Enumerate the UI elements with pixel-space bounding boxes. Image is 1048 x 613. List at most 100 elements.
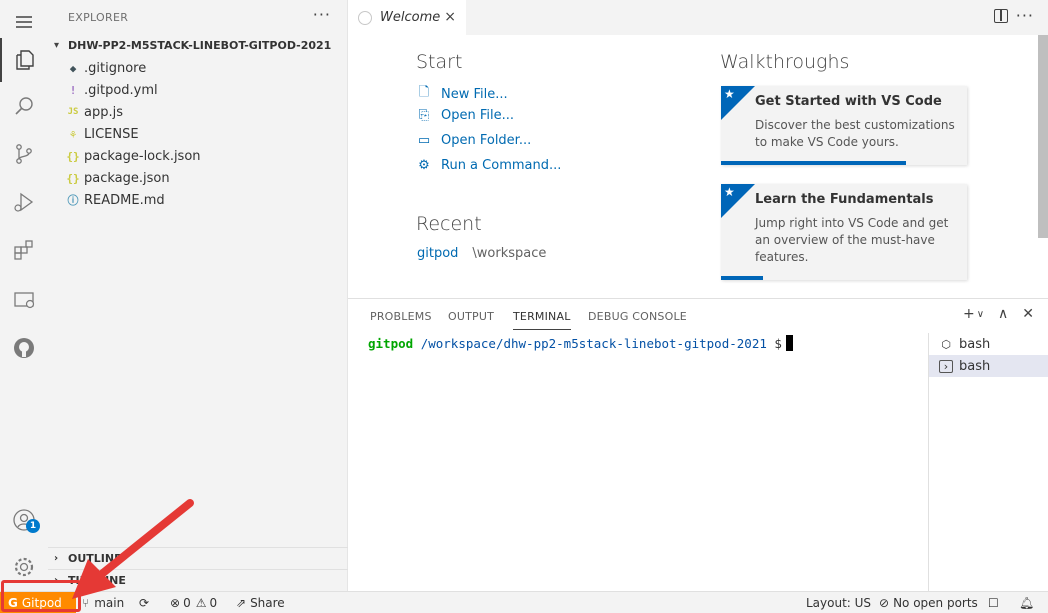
- chevron-right-icon: ›: [54, 553, 59, 564]
- file-label: .gitignore: [84, 60, 147, 76]
- run-debug-icon[interactable]: [0, 180, 48, 224]
- editor-more-actions-icon[interactable]: ···: [1016, 6, 1034, 25]
- accounts-badge: 1: [26, 519, 40, 533]
- warning-count: 0: [209, 596, 218, 610]
- problems-status[interactable]: ⊗ 0 ⚠ 0: [170, 592, 217, 613]
- file-item[interactable]: JS app.js: [48, 101, 348, 123]
- file-item[interactable]: {} package-lock.json: [48, 145, 348, 167]
- file-item[interactable]: {} package.json: [48, 167, 348, 189]
- welcome-tab-icon: [358, 10, 372, 25]
- tab-problems[interactable]: PROBLEMS: [370, 310, 432, 323]
- walkthroughs-heading: Walkthroughs: [720, 51, 850, 73]
- share-status[interactable]: ⇗ Share: [236, 592, 285, 613]
- workspace-folder-label: DHW-PP2-M5STACK-LINEBOT-GITPOD-2021: [68, 39, 332, 52]
- recent-link[interactable]: gitpod: [417, 246, 458, 261]
- ports-status[interactable]: ⊘ No open ports: [879, 592, 978, 613]
- run-command-icon: ⚙: [418, 158, 430, 173]
- gitpod-task-icon: ⬡: [941, 337, 951, 351]
- tab-terminal[interactable]: TERMINAL: [513, 310, 571, 330]
- outline-label: OUTLINE: [68, 552, 122, 565]
- recent-heading: Recent: [416, 213, 482, 235]
- explorer-header: EXPLORER: [68, 11, 129, 24]
- javascript-file-icon: JS: [67, 107, 79, 117]
- close-icon[interactable]: ✕: [1022, 306, 1034, 322]
- sync-icon[interactable]: ⟳: [139, 592, 149, 613]
- start-heading: Start: [416, 51, 463, 73]
- warning-icon: ⚠: [195, 596, 207, 610]
- activity-bar: 1: [0, 0, 48, 591]
- maximize-panel-icon[interactable]: ∧: [998, 306, 1008, 322]
- no-ports-icon: ⊘: [879, 596, 890, 610]
- chevron-down-icon[interactable]: ∨: [977, 309, 984, 322]
- split-editor-icon[interactable]: [994, 9, 1008, 23]
- new-file-link[interactable]: 🗋 New File...: [416, 83, 508, 105]
- editor-tab-bar: Welcome × ···: [348, 0, 1048, 35]
- tab-debug-console[interactable]: DEBUG CONSOLE: [588, 310, 687, 323]
- terminal-output[interactable]: gitpod /workspace/dhw-pp2-m5stack-linebo…: [368, 335, 793, 351]
- terminal-item[interactable]: › bash: [929, 355, 1048, 377]
- prompt-symbol: $: [774, 336, 782, 351]
- new-file-label: New File...: [441, 86, 508, 102]
- bottom-panel: PROBLEMS OUTPUT TERMINAL DEBUG CONSOLE +…: [348, 298, 1048, 592]
- workspace-folder[interactable]: ▾ DHW-PP2-M5STACK-LINEBOT-GITPOD-2021: [54, 39, 331, 52]
- card-title: Get Started with VS Code: [755, 94, 942, 109]
- close-icon[interactable]: ×: [444, 9, 456, 25]
- info-file-icon: ⓘ: [67, 194, 79, 207]
- json-file-icon: {}: [66, 171, 80, 185]
- files-icon[interactable]: [0, 38, 48, 82]
- panel-actions: + ∨ ∧ ✕: [963, 306, 1034, 322]
- file-item[interactable]: ◆ .gitignore: [48, 57, 348, 79]
- keyboard-layout-status[interactable]: Layout: US: [806, 592, 871, 613]
- remote-explorer-icon[interactable]: [0, 278, 48, 322]
- file-item[interactable]: ! .gitpod.yml: [48, 79, 348, 101]
- file-tree: ◆ .gitignore ! .gitpod.yml JS app.js ⚘ LICEN…: [48, 57, 348, 211]
- file-item[interactable]: ⓘ README.md: [48, 189, 348, 211]
- walkthrough-card-fundamentals[interactable]: ★ Learn the Fundamentals Jump right into…: [721, 184, 967, 280]
- search-icon[interactable]: [0, 84, 48, 128]
- ports-label: No open ports: [893, 596, 978, 610]
- timeline-section[interactable]: › TIMELINE: [48, 569, 348, 591]
- open-file-link[interactable]: ⎘ Open File...: [416, 108, 514, 123]
- recent-path: \workspace: [472, 246, 547, 261]
- open-folder-link[interactable]: ▭ Open Folder...: [416, 133, 531, 148]
- terminal-label: bash: [959, 358, 991, 374]
- branch-status[interactable]: ⑂ main: [82, 592, 124, 613]
- prompt-path: /workspace/dhw-pp2-m5stack-linebot-gitpo…: [420, 336, 767, 351]
- github-icon[interactable]: [0, 326, 48, 370]
- terminal-item[interactable]: ⬡ bash: [929, 333, 1048, 355]
- source-control-icon[interactable]: [0, 132, 48, 176]
- tab-welcome[interactable]: Welcome ×: [348, 0, 466, 35]
- new-terminal-icon[interactable]: +: [963, 306, 975, 322]
- file-item[interactable]: ⚘ LICENSE: [48, 123, 348, 145]
- terminal-icon: ›: [939, 359, 953, 373]
- yaml-file-icon: !: [69, 83, 77, 97]
- open-folder-icon: ▭: [417, 133, 431, 148]
- error-icon: ⊗: [170, 596, 181, 610]
- open-folder-label: Open Folder...: [441, 133, 532, 148]
- tab-output[interactable]: OUTPUT: [448, 310, 494, 323]
- scrollbar-thumb[interactable]: [1038, 35, 1048, 238]
- license-file-icon: ⚘: [69, 127, 77, 141]
- outline-section[interactable]: › OUTLINE: [48, 547, 348, 569]
- star-icon: ★: [724, 185, 735, 199]
- error-count: 0: [183, 596, 191, 610]
- file-label: .gitpod.yml: [84, 82, 158, 98]
- welcome-page: Start 🗋 New File... ⎘ Open File... ▭ Open F…: [348, 35, 1048, 298]
- run-command-link[interactable]: ⚙ Run a Command...: [416, 158, 561, 173]
- feedback-icon[interactable]: ☐: [988, 592, 999, 613]
- star-icon: ★: [724, 87, 735, 101]
- card-progress-bar: [721, 161, 906, 165]
- explorer-sidebar: EXPLORER ··· ▾ DHW-PP2-M5STACK-LINEBOT-G…: [48, 0, 348, 591]
- accounts-icon[interactable]: [0, 498, 48, 542]
- card-description: Discover the best customizations to make…: [755, 118, 955, 149]
- extensions-icon[interactable]: [0, 228, 48, 272]
- highlight-box: [1, 580, 81, 612]
- prompt-user: gitpod: [368, 336, 414, 351]
- status-bar: G Gitpod ⑂ main ⟳ ⊗ 0 ⚠ 0 ⇗ Share Layout: US …: [0, 591, 1048, 613]
- json-file-icon: {}: [66, 149, 80, 163]
- card-description: Jump right into VS Code and get an overv…: [755, 216, 949, 264]
- notifications-bell-icon[interactable]: 🔔︎: [1019, 592, 1034, 613]
- walkthrough-card-get-started[interactable]: ★ Get Started with VS Code Discover the …: [721, 86, 967, 165]
- explorer-more-actions-icon[interactable]: ···: [313, 5, 331, 24]
- git-file-icon: ◆: [69, 61, 77, 75]
